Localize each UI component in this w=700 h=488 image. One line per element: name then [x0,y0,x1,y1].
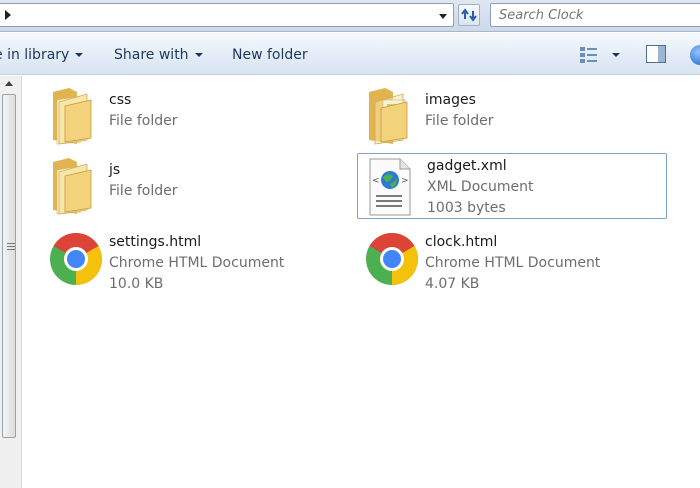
address-history-dropdown-icon[interactable] [439,14,447,19]
file-item-images[interactable]: images File folder [363,86,673,152]
preview-pane-button[interactable] [646,45,666,63]
file-type: File folder [109,183,178,199]
file-type: Chrome HTML Document [109,255,285,271]
file-name: clock.html [425,234,498,250]
xml-document-icon: < > [366,157,422,217]
address-bar[interactable] [0,3,454,27]
file-name: gadget.xml [427,158,507,174]
help-icon[interactable] [690,45,700,65]
dropdown-arrow-icon [75,53,84,57]
folder-icon [47,86,103,146]
file-type: XML Document [427,179,534,195]
refresh-button[interactable] [458,4,480,26]
file-type: Chrome HTML Document [425,255,601,271]
scroll-up-icon[interactable] [5,81,13,86]
svg-text:<: < [372,176,380,186]
breadcrumb-expand-icon[interactable] [5,10,11,20]
file-item-css[interactable]: css File folder [47,86,357,152]
address-bar-row [0,0,700,32]
share-with-label: Share with [114,47,189,63]
refresh-icon [461,8,477,22]
file-list: css File folder images File folder js Fi… [23,76,700,488]
file-item-settings-html[interactable]: settings.html Chrome HTML Document 10.0 … [47,228,357,294]
change-view-button[interactable] [580,44,620,66]
include-in-library-button[interactable]: e in library [0,45,84,65]
details-view-icon [580,47,620,63]
file-item-js[interactable]: js File folder [47,156,357,222]
file-name: settings.html [109,234,202,250]
file-name: css [109,92,132,108]
file-name: js [109,162,121,178]
file-size: 4.07 KB [425,276,480,292]
scrollbar-grip-icon [7,243,15,250]
file-size: 1003 bytes [427,200,506,216]
file-name: images [425,92,476,108]
chrome-icon [49,232,105,292]
file-item-clock-html[interactable]: clock.html Chrome HTML Document 4.07 KB [363,228,673,294]
chrome-icon [365,232,421,292]
search-input[interactable] [490,3,700,27]
command-bar: e in library Share with New folder [0,33,700,75]
dropdown-arrow-icon [194,53,203,57]
navigation-scrollbar-thumb[interactable] [2,94,16,438]
file-type: File folder [109,113,178,129]
folder-icon [47,156,103,216]
navigation-pane [0,76,22,488]
include-in-library-label: e in library [0,47,70,63]
share-with-button[interactable]: Share with [114,45,203,65]
file-size: 10.0 KB [109,276,164,292]
file-item-gadget-xml[interactable]: < > gadget.xml XML Document 1003 bytes [357,153,667,219]
file-type: File folder [425,113,494,129]
folder-icon [363,86,419,146]
new-folder-button[interactable]: New folder [232,45,308,65]
new-folder-label: New folder [232,47,308,63]
svg-text:>: > [401,176,409,186]
